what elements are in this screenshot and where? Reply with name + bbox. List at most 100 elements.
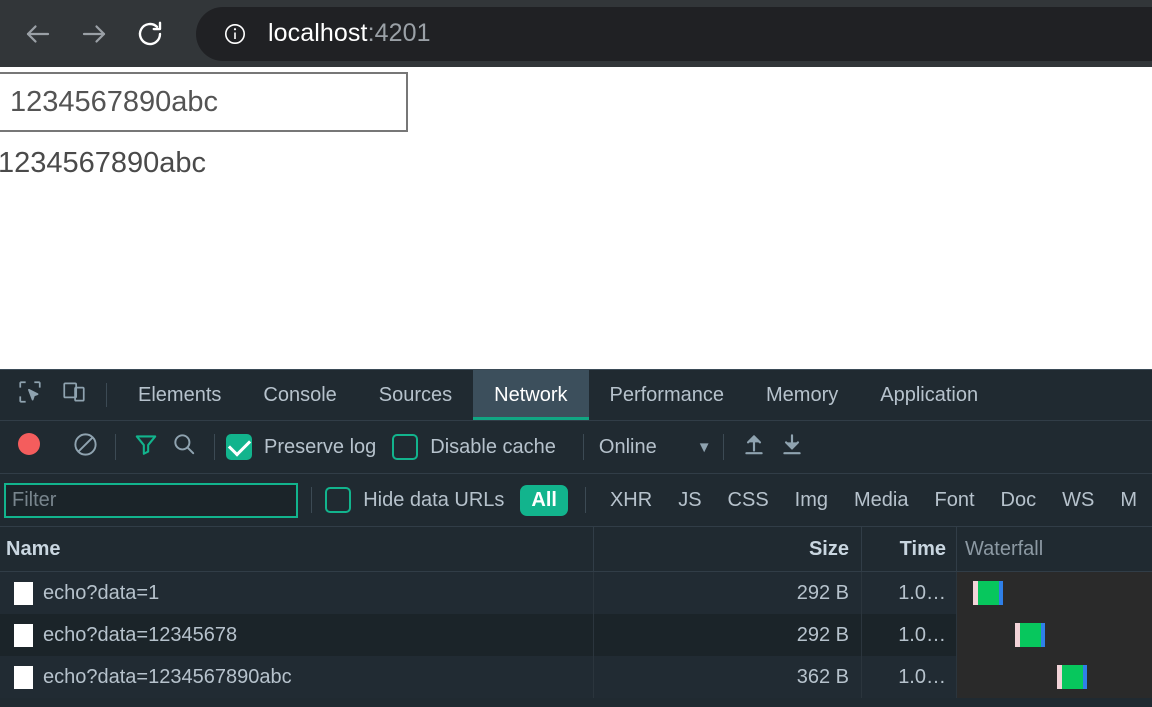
tab-memory[interactable]: Memory xyxy=(745,370,859,420)
table-row[interactable]: echo?data=1 292 B 1.0… xyxy=(0,572,1152,614)
preserve-log-checkbox[interactable] xyxy=(226,434,252,460)
waterfall-bar xyxy=(973,581,1003,605)
waterfall-bar xyxy=(1057,665,1087,689)
type-filter-js[interactable]: JS xyxy=(667,485,712,516)
document-file-icon xyxy=(14,581,33,605)
funnel-filter-icon xyxy=(133,431,159,463)
import-arrow-up-icon xyxy=(741,431,767,463)
toolbar-divider-3 xyxy=(582,434,584,460)
clear-prohibited-icon xyxy=(72,431,99,464)
type-filter-doc[interactable]: Doc xyxy=(990,485,1048,516)
inspect-element-button[interactable] xyxy=(8,370,52,420)
url-host: localhost xyxy=(268,19,368,47)
type-filter-ws[interactable]: WS xyxy=(1051,485,1105,516)
cell-waterfall xyxy=(957,614,1152,656)
disable-cache-checkbox[interactable] xyxy=(392,434,419,460)
throttling-dropdown[interactable]: Online ▼ xyxy=(599,436,712,459)
arrow-right-icon xyxy=(79,19,109,49)
filter-input[interactable] xyxy=(4,482,299,518)
requests-table-header: Name Size Time Waterfall xyxy=(0,527,1152,572)
type-filter-css[interactable]: CSS xyxy=(717,485,780,516)
back-button[interactable] xyxy=(14,10,62,58)
disable-cache-label[interactable]: Disable cache xyxy=(430,436,556,459)
magnifier-search-icon xyxy=(171,431,197,463)
cell-time: 1.0… xyxy=(862,614,957,656)
address-bar[interactable]: localhost:4201 xyxy=(196,6,1152,61)
toolbar-divider-2 xyxy=(214,434,215,460)
export-har-button[interactable] xyxy=(773,428,811,466)
arrow-left-icon xyxy=(23,19,53,49)
preserve-log-label[interactable]: Preserve log xyxy=(264,436,376,459)
waterfall-download-segment xyxy=(1062,665,1083,689)
waterfall-end-marker xyxy=(1041,623,1045,647)
devtools-tabbar: Elements Console Sources Network Perform… xyxy=(0,370,1152,421)
toolbar-divider-4 xyxy=(722,434,724,460)
filterbar-divider-2 xyxy=(584,487,586,513)
inspect-element-icon xyxy=(17,379,43,411)
url-port: :4201 xyxy=(367,19,431,47)
reload-icon xyxy=(135,19,165,49)
type-filter-img[interactable]: Img xyxy=(784,485,839,516)
tab-console[interactable]: Console xyxy=(242,370,357,420)
echo-output-text: 1234567890abc xyxy=(0,147,207,179)
column-header-time-label: Time xyxy=(899,537,946,560)
tab-network[interactable]: Network xyxy=(473,370,589,420)
column-header-name[interactable]: Name xyxy=(0,527,594,571)
waterfall-download-segment xyxy=(1020,623,1041,647)
column-header-waterfall-label: Waterfall xyxy=(965,537,1044,560)
filter-toggle-button[interactable] xyxy=(127,428,165,466)
url-text: localhost:4201 xyxy=(268,19,431,48)
chevron-down-icon: ▼ xyxy=(696,438,712,456)
device-toolbar-button[interactable] xyxy=(52,370,96,420)
hide-data-urls-label[interactable]: Hide data URLs xyxy=(363,489,504,512)
column-header-waterfall[interactable]: Waterfall xyxy=(957,527,1152,571)
cell-size: 292 B xyxy=(594,614,862,656)
tab-performance[interactable]: Performance xyxy=(589,370,746,420)
network-filterbar: Hide data URLs All XHR JS CSS Img Media … xyxy=(0,474,1152,527)
column-header-size[interactable]: Size xyxy=(594,527,862,571)
waterfall-download-segment xyxy=(978,581,999,605)
cell-time: 1.0… xyxy=(862,656,957,698)
search-button[interactable] xyxy=(165,428,203,466)
request-name: echo?data=12345678 xyxy=(43,623,238,646)
info-circle-icon[interactable] xyxy=(222,21,248,47)
document-file-icon xyxy=(14,665,33,689)
tab-sources[interactable]: Sources xyxy=(358,370,473,420)
table-row[interactable]: echo?data=12345678 292 B 1.0… xyxy=(0,614,1152,656)
waterfall-bar xyxy=(1015,623,1045,647)
reload-button[interactable] xyxy=(126,10,174,58)
forward-button[interactable] xyxy=(70,10,118,58)
type-filter-media[interactable]: Media xyxy=(843,485,919,516)
cell-size: 362 B xyxy=(594,656,862,698)
waterfall-end-marker xyxy=(1083,665,1087,689)
request-name: echo?data=1 xyxy=(43,581,160,604)
cell-name: echo?data=12345678 xyxy=(0,614,594,656)
tabbar-divider xyxy=(106,383,107,407)
import-har-button[interactable] xyxy=(735,428,773,466)
toolbar-divider-1 xyxy=(115,434,116,460)
devtools-panel: Elements Console Sources Network Perform… xyxy=(0,369,1152,707)
hide-data-urls-checkbox[interactable] xyxy=(325,487,352,513)
column-header-size-label: Size xyxy=(808,537,849,560)
page-viewport: 1234567890abc xyxy=(0,67,1152,369)
echo-data-input[interactable] xyxy=(0,72,408,132)
column-header-name-label: Name xyxy=(6,537,61,560)
cell-time: 1.0… xyxy=(862,572,957,614)
network-toolbar: Preserve log Disable cache Online ▼ xyxy=(0,421,1152,474)
clear-button[interactable] xyxy=(66,428,104,466)
type-filter-font[interactable]: Font xyxy=(924,485,986,516)
filterbar-divider-1 xyxy=(311,487,313,513)
record-circle-icon xyxy=(14,429,44,465)
record-button[interactable] xyxy=(10,428,48,466)
type-filter-xhr[interactable]: XHR xyxy=(599,485,663,516)
column-header-time[interactable]: Time xyxy=(862,527,957,571)
waterfall-end-marker xyxy=(999,581,1003,605)
table-row[interactable]: echo?data=1234567890abc 362 B 1.0… xyxy=(0,656,1152,698)
type-filter-all[interactable]: All xyxy=(520,484,568,516)
export-arrow-down-icon xyxy=(779,431,805,463)
type-filter-manifest[interactable]: M xyxy=(1109,485,1148,516)
tab-elements[interactable]: Elements xyxy=(117,370,242,420)
tab-application[interactable]: Application xyxy=(859,370,999,420)
device-toolbar-icon xyxy=(61,379,87,411)
browser-toolbar: localhost:4201 xyxy=(0,0,1152,67)
